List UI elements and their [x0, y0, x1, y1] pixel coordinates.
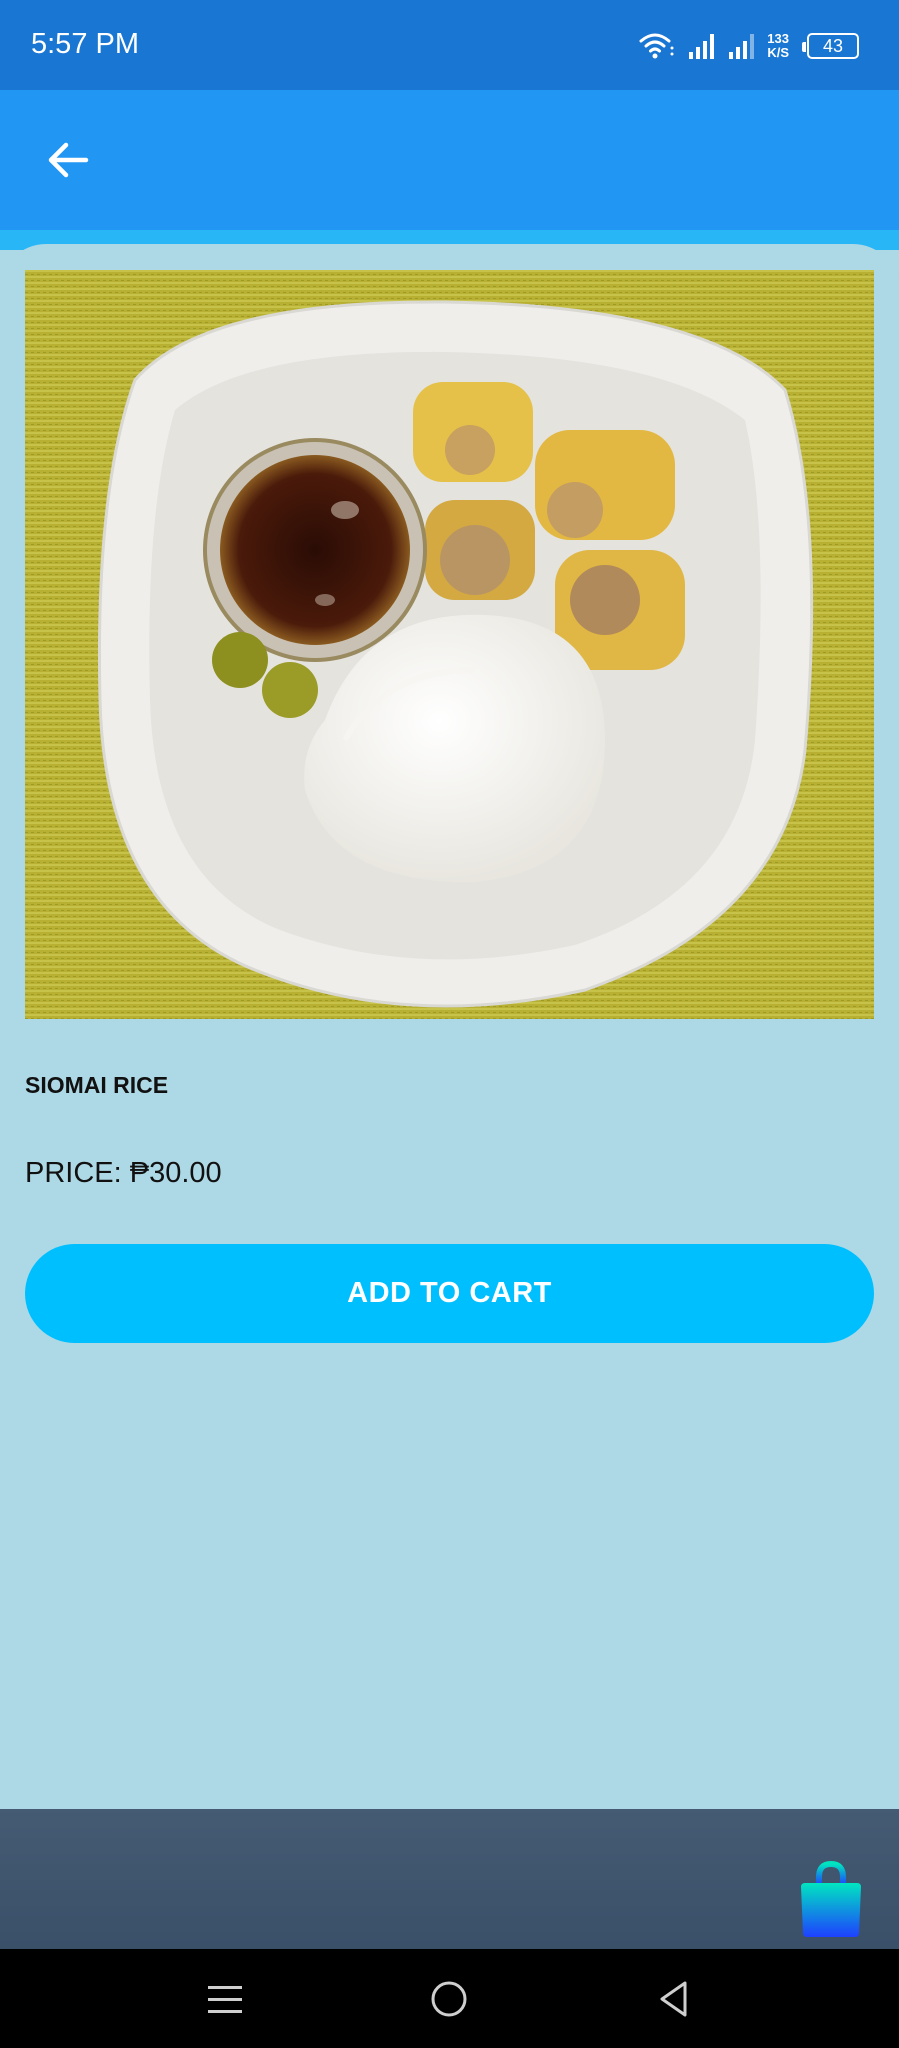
status-bar: 5:57 PM 133 K/S 43: [0, 0, 899, 90]
cart-button[interactable]: [799, 1859, 863, 1939]
product-price: PRICE: ₱30.00: [25, 1157, 222, 1189]
battery-icon: 43: [802, 33, 859, 59]
back-triangle-icon: [660, 1981, 687, 2017]
battery-level: 43: [822, 35, 844, 56]
net-speed-unit: K/S: [767, 45, 789, 60]
siomai-rice-photo: [25, 270, 874, 1019]
wifi-icon: [639, 33, 674, 59]
shopping-bag-icon: [801, 1860, 861, 1937]
menu-icon: [208, 1986, 242, 2013]
menu-button[interactable]: [205, 1979, 245, 2019]
arrow-back-icon: [48, 142, 89, 178]
bottom-bar: [0, 1809, 899, 1949]
home-button[interactable]: [429, 1979, 469, 2019]
signal-icon: [729, 34, 755, 59]
back-button[interactable]: [32, 130, 104, 190]
app-bar: [0, 90, 899, 230]
add-to-cart-button[interactable]: ADD TO CART: [25, 1244, 874, 1343]
home-icon: [431, 1981, 467, 2017]
status-icons: 133 K/S 43: [639, 26, 859, 66]
net-speed-value: 133: [767, 31, 789, 46]
status-time: 5:57 PM: [31, 28, 139, 60]
signal-icon: [689, 34, 715, 59]
product-name: SIOMAI RICE: [25, 1072, 169, 1098]
product-image: [25, 270, 874, 1019]
system-nav-bar: [0, 1949, 899, 2048]
net-speed: 133 K/S: [767, 32, 789, 60]
nav-back-button[interactable]: [654, 1979, 694, 2019]
